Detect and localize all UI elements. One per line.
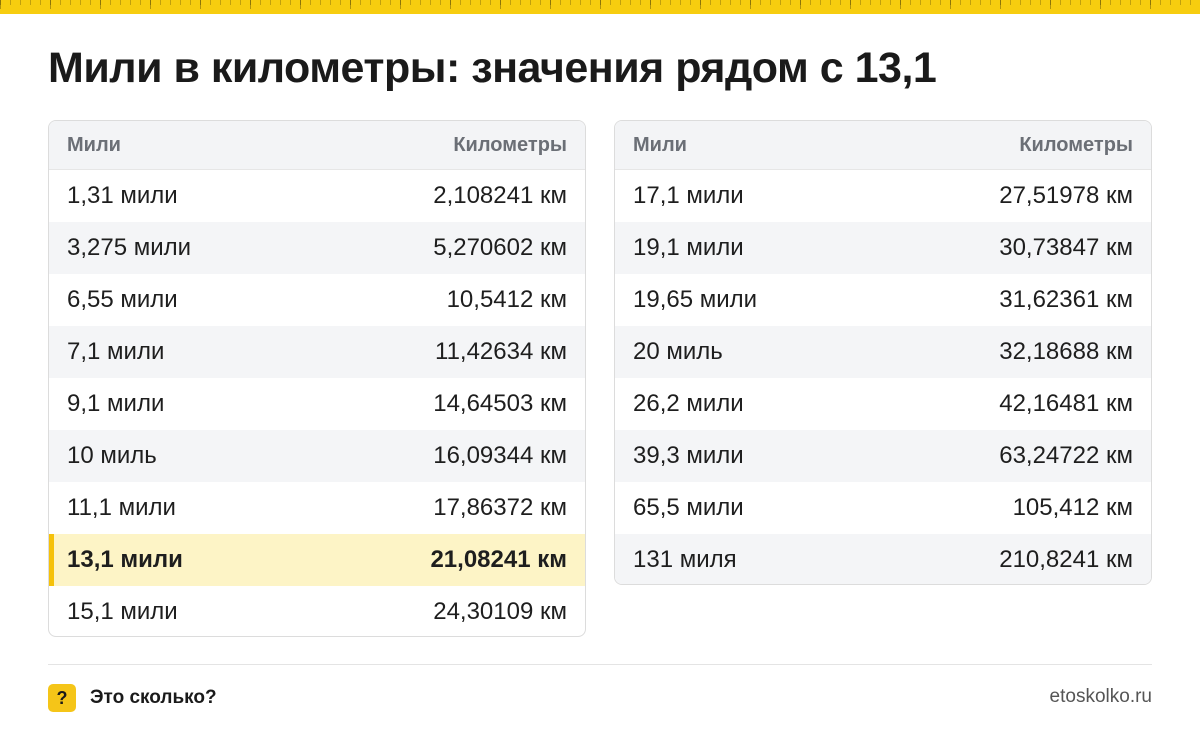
table-row-highlighted: 13,1 мили 21,08241 км xyxy=(49,534,585,586)
table-header: Мили Километры xyxy=(615,121,1151,170)
km-cell: 27,51978 км xyxy=(999,182,1133,209)
ruler-strip xyxy=(0,0,1200,14)
table-row: 15,1 мили 24,30109 км xyxy=(49,586,585,636)
km-cell: 30,73847 км xyxy=(999,234,1133,261)
km-cell: 5,270602 км xyxy=(433,234,567,261)
table-row: 9,1 мили 14,64503 км xyxy=(49,378,585,430)
table-row: 10 миль 16,09344 км xyxy=(49,430,585,482)
km-cell: 24,30109 км xyxy=(433,598,567,625)
miles-cell: 131 миля xyxy=(633,546,737,573)
miles-cell: 9,1 мили xyxy=(67,390,165,417)
miles-cell: 26,2 мили xyxy=(633,390,744,417)
table-row: 19,65 мили 31,62361 км xyxy=(615,274,1151,326)
km-cell: 11,42634 км xyxy=(435,338,567,365)
miles-cell: 17,1 мили xyxy=(633,182,744,209)
km-cell: 210,8241 км xyxy=(999,546,1133,573)
km-cell: 42,16481 км xyxy=(999,390,1133,417)
header-kilometers: Километры xyxy=(1019,133,1133,156)
miles-cell: 10 миль xyxy=(67,442,157,469)
miles-cell: 20 миль xyxy=(633,338,723,365)
conversion-table-left: Мили Километры 1,31 мили 2,108241 км 3,2… xyxy=(48,120,586,637)
table-row: 11,1 мили 17,86372 км xyxy=(49,482,585,534)
km-cell: 63,24722 км xyxy=(999,442,1133,469)
km-cell: 17,86372 км xyxy=(433,494,567,521)
header-kilometers: Километры xyxy=(453,133,567,156)
header-miles: Мили xyxy=(67,133,121,156)
table-row: 19,1 мили 30,73847 км xyxy=(615,222,1151,274)
km-cell: 14,64503 км xyxy=(433,390,567,417)
question-mark-icon: ? xyxy=(48,684,76,712)
miles-cell: 13,1 мили xyxy=(67,546,183,573)
page-title: Мили в километры: значения рядом с 13,1 xyxy=(48,44,937,92)
km-cell: 21,08241 км xyxy=(430,546,567,573)
km-cell: 105,412 км xyxy=(1012,494,1133,521)
miles-cell: 39,3 мили xyxy=(633,442,744,469)
table-row: 26,2 мили 42,16481 км xyxy=(615,378,1151,430)
miles-cell: 15,1 мили xyxy=(67,598,178,625)
miles-cell: 6,55 мили xyxy=(67,286,178,313)
miles-cell: 7,1 мили xyxy=(67,338,165,365)
site-link[interactable]: etoskolko.ru xyxy=(1050,686,1152,708)
miles-cell: 3,275 мили xyxy=(67,234,192,261)
miles-cell: 19,65 мили xyxy=(633,286,758,313)
km-cell: 10,5412 км xyxy=(446,286,567,313)
brand-name: Это сколько? xyxy=(90,687,217,708)
miles-cell: 19,1 мили xyxy=(633,234,744,261)
table-header: Мили Километры xyxy=(49,121,585,170)
header-miles: Мили xyxy=(633,133,687,156)
table-row: 6,55 мили 10,5412 км xyxy=(49,274,585,326)
miles-cell: 1,31 мили xyxy=(67,182,178,209)
table-row: 3,275 мили 5,270602 км xyxy=(49,222,585,274)
conversion-table-right: Мили Километры 17,1 мили 27,51978 км 19,… xyxy=(614,120,1152,585)
brand-logo[interactable]: ? Это сколько? xyxy=(48,684,217,712)
table-row: 20 миль 32,18688 км xyxy=(615,326,1151,378)
miles-cell: 11,1 мили xyxy=(67,494,176,521)
miles-cell: 65,5 мили xyxy=(633,494,744,521)
km-cell: 32,18688 км xyxy=(999,338,1133,365)
table-row: 131 миля 210,8241 км xyxy=(615,534,1151,584)
table-row: 17,1 мили 27,51978 км xyxy=(615,170,1151,222)
km-cell: 16,09344 км xyxy=(433,442,567,469)
footer-divider xyxy=(48,664,1152,665)
table-row: 39,3 мили 63,24722 км xyxy=(615,430,1151,482)
km-cell: 31,62361 км xyxy=(999,286,1133,313)
table-row: 1,31 мили 2,108241 км xyxy=(49,170,585,222)
table-row: 65,5 мили 105,412 км xyxy=(615,482,1151,534)
table-row: 7,1 мили 11,42634 км xyxy=(49,326,585,378)
km-cell: 2,108241 км xyxy=(433,182,567,209)
